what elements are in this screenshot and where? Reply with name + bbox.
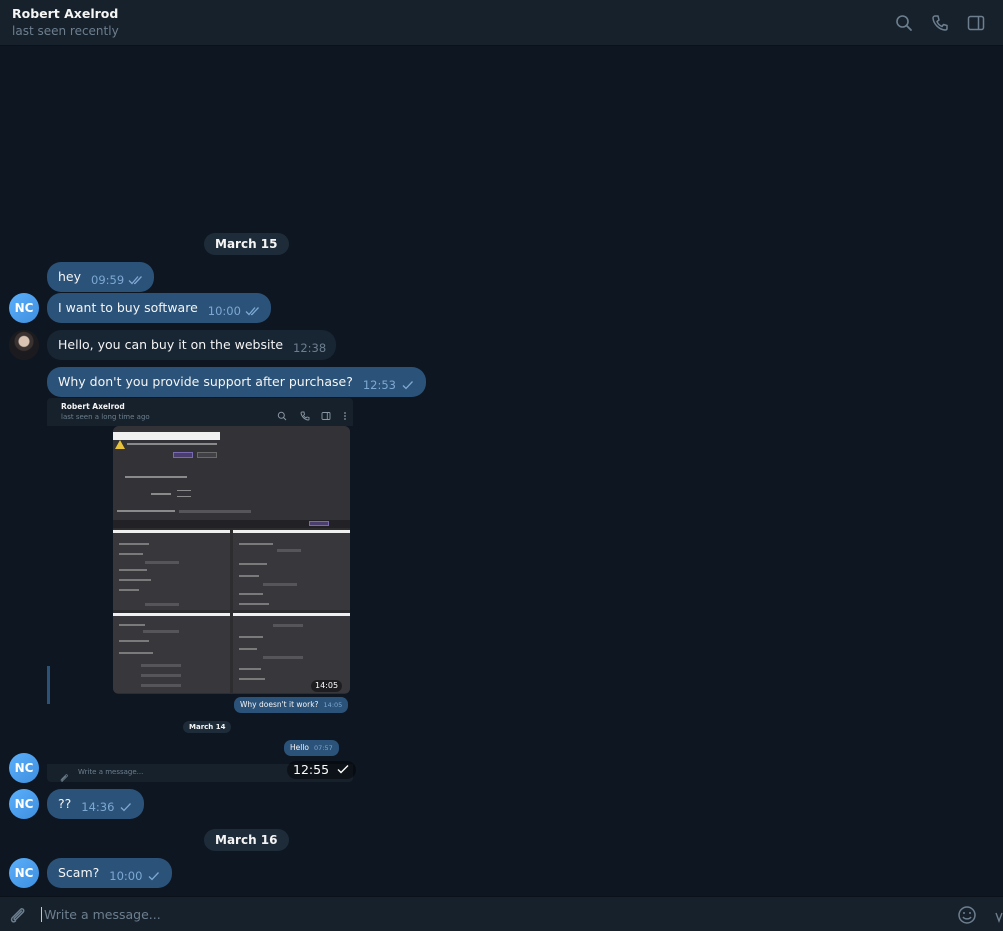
- check-icon: [336, 761, 350, 774]
- message-text: hey: [58, 269, 82, 284]
- screenshot-message-time: 14:05: [323, 701, 343, 709]
- double-check-icon: [128, 275, 144, 285]
- message-bubble[interactable]: Hello, you can buy it on the website 12:3…: [47, 330, 337, 360]
- message-text: ??: [58, 796, 72, 811]
- message-time: 12:53: [362, 378, 397, 392]
- message-bubble[interactable]: Why don't you provide support after purc…: [47, 367, 427, 397]
- footer-button: [309, 521, 329, 526]
- message-bubble[interactable]: I want to buy software 10:00: [47, 293, 271, 323]
- message-time: 12:55: [287, 761, 357, 779]
- more-icon: [343, 406, 347, 420]
- chat-header[interactable]: Robert Axelrod last seen recently: [0, 0, 1003, 46]
- sidebar-toggle-icon[interactable]: [966, 13, 986, 33]
- message-time: 14:36: [81, 800, 115, 814]
- message-text: Why don't you provide support after purc…: [58, 374, 353, 389]
- search-icon: [277, 406, 287, 421]
- screenshot-message: Hello 07:57: [284, 740, 339, 756]
- message-text: I want to buy software: [58, 300, 198, 315]
- selection-indicator: [47, 666, 50, 704]
- dialog-cancel-button: [197, 452, 217, 458]
- warning-icon: [115, 440, 125, 449]
- settings-dialog: [113, 426, 350, 528]
- date-separator: March 16: [204, 829, 289, 851]
- message-time: 10:00: [207, 304, 241, 318]
- dialog-titlebar: [113, 432, 220, 440]
- avatar[interactable]: NC: [9, 753, 39, 783]
- voice-icon[interactable]: [995, 909, 1003, 923]
- message-composer[interactable]: Write a message...: [0, 896, 1003, 931]
- settings-panel: [113, 530, 230, 610]
- message-text: Scam?: [58, 865, 100, 880]
- screenshot-image: [113, 426, 350, 694]
- check-icon: [400, 380, 416, 390]
- settings-panel: [233, 530, 350, 610]
- avatar[interactable]: NC: [9, 858, 39, 888]
- image-message[interactable]: Robert Axelrod last seen a long time ago: [47, 398, 353, 782]
- dialog-warning-line: [127, 443, 217, 445]
- radio-option: [177, 490, 191, 492]
- screenshot-message-time: 07:57: [314, 744, 333, 752]
- image-time: 14:05: [311, 680, 343, 692]
- message-text: Hello, you can buy it on the website: [58, 337, 284, 352]
- paperclip-icon[interactable]: [8, 905, 28, 925]
- setting-value: [181, 476, 187, 478]
- radio-option: [177, 496, 191, 498]
- settings-panel: [113, 613, 230, 693]
- check-icon: [146, 871, 162, 881]
- message-time: 10:00: [109, 869, 143, 883]
- sidebar-toggle-icon: [321, 406, 331, 420]
- paperclip-icon: [59, 768, 69, 782]
- screenshot-message-text: Why doesn't it work?: [240, 700, 319, 709]
- screenshot-contact-name: Robert Axelrod: [61, 402, 125, 411]
- screenshot-input-placeholder: Write a message...: [78, 768, 144, 776]
- avatar[interactable]: NC: [9, 293, 39, 323]
- phone-icon[interactable]: [930, 13, 950, 33]
- message-bubble[interactable]: Scam? 10:00: [47, 858, 173, 888]
- screenshot-date-separator: March 14: [183, 721, 232, 733]
- image-message-time: 12:55: [293, 762, 330, 777]
- emoji-icon[interactable]: [957, 905, 977, 925]
- message-time: 12:38: [293, 341, 327, 355]
- screenshot-message-text: Hello: [290, 743, 310, 752]
- contact-status: last seen recently: [12, 24, 119, 38]
- setting-row: [117, 510, 175, 512]
- screenshot-header: Robert Axelrod last seen a long time ago: [47, 398, 353, 426]
- search-icon[interactable]: [894, 13, 914, 33]
- setting-row: [125, 476, 185, 478]
- contact-name[interactable]: Robert Axelrod: [12, 6, 118, 21]
- message-bubble[interactable]: ?? 14:36: [47, 789, 145, 819]
- contact-avatar[interactable]: [9, 330, 39, 360]
- setting-field: [179, 510, 251, 513]
- message-input[interactable]: Write a message...: [41, 907, 161, 922]
- dialog-ok-button: [173, 452, 193, 458]
- message-time: 09:59: [91, 273, 125, 287]
- date-separator: March 15: [204, 233, 289, 255]
- setting-row: [151, 493, 171, 495]
- message-bubble[interactable]: hey 09:59: [47, 262, 155, 292]
- screenshot-message: Why doesn't it work? 14:05: [234, 697, 349, 713]
- avatar[interactable]: NC: [9, 789, 39, 819]
- double-check-icon: [245, 306, 261, 316]
- phone-icon: [300, 406, 310, 421]
- check-icon: [118, 802, 134, 812]
- screenshot-contact-status: last seen a long time ago: [61, 413, 150, 421]
